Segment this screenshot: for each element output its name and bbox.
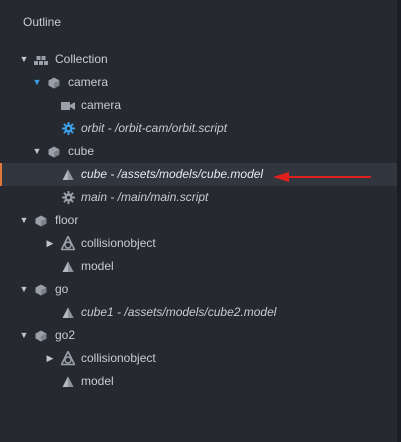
tree-row-label: main - /main/main.script	[81, 190, 209, 204]
game-object-icon	[33, 209, 49, 232]
game-object-icon	[33, 324, 49, 347]
expand-arrow-icon[interactable]: ▼	[19, 278, 29, 301]
tree-row-cube1-model[interactable]: cube1 - /assets/models/cube2.model	[0, 301, 397, 324]
tree-row-label: go	[55, 282, 69, 296]
tree-row-label: orbit - /orbit-cam/orbit.script	[81, 121, 228, 135]
collision-object-icon	[60, 347, 76, 370]
script-gear-icon	[60, 186, 76, 209]
panel-border	[397, 0, 401, 442]
expand-arrow-icon[interactable]: ▼	[19, 324, 29, 347]
selection-indicator	[0, 163, 2, 186]
game-object-icon	[46, 71, 62, 94]
tree-row-cube-go[interactable]: ▼ cube	[0, 140, 397, 163]
tree-row-label: cube	[68, 144, 95, 158]
expand-arrow-icon[interactable]: ▼	[32, 71, 42, 94]
tree-row-main-script[interactable]: main - /main/main.script	[0, 186, 397, 209]
camera-icon	[60, 94, 76, 117]
panel-title: Outline	[23, 15, 62, 29]
tree-row-collection[interactable]: ▼ Collection	[0, 48, 397, 71]
game-object-icon	[33, 278, 49, 301]
script-gear-icon	[60, 117, 76, 140]
tree-row-floor-model[interactable]: model	[0, 255, 397, 278]
expand-arrow-icon[interactable]: ▼	[32, 140, 42, 163]
tree-row-label: model	[81, 374, 114, 388]
collision-object-icon	[60, 232, 76, 255]
tree-row-go2-collisionobject[interactable]: ▶ collisionobject	[0, 347, 397, 370]
tree-row-go[interactable]: ▼ go	[0, 278, 397, 301]
tree-row-label: camera	[81, 98, 122, 112]
model-icon	[60, 163, 76, 186]
model-icon	[60, 370, 76, 393]
tree-row-label: model	[81, 259, 114, 273]
tree-row-go2-model[interactable]: model	[0, 370, 397, 393]
tree-row-label: floor	[55, 213, 79, 227]
tree-row-label: cube - /assets/models/cube.model	[81, 167, 264, 181]
model-icon	[60, 255, 76, 278]
model-icon	[60, 301, 76, 324]
tree-row-label: camera	[68, 75, 109, 89]
tree-row-floor-go[interactable]: ▼ floor	[0, 209, 397, 232]
tree-row-camera-component[interactable]: camera	[0, 94, 397, 117]
outline-panel: Outline ▼ Collection ▼ camera camera orb…	[0, 0, 397, 442]
tree-row-go2[interactable]: ▼ go2	[0, 324, 397, 347]
tree-row-floor-collisionobject[interactable]: ▶ collisionobject	[0, 232, 397, 255]
game-object-icon	[46, 140, 62, 163]
tree-row-label: Collection	[55, 52, 108, 66]
expand-arrow-icon[interactable]: ▼	[19, 48, 29, 71]
tree-row-camera-go[interactable]: ▼ camera	[0, 71, 397, 94]
tree-row-label: collisionobject	[81, 351, 156, 365]
collapse-arrow-icon[interactable]: ▶	[45, 232, 55, 255]
collapse-arrow-icon[interactable]: ▶	[45, 347, 55, 370]
expand-arrow-icon[interactable]: ▼	[19, 209, 29, 232]
tree-row-label: cube1 - /assets/models/cube2.model	[81, 305, 277, 319]
outline-tree: ▼ Collection ▼ camera camera orbit - /or…	[0, 48, 397, 393]
tree-row-orbit-script[interactable]: orbit - /orbit-cam/orbit.script	[0, 117, 397, 140]
tree-row-cube-model[interactable]: cube - /assets/models/cube.model	[0, 163, 397, 186]
tree-row-label: go2	[55, 328, 76, 342]
collection-icon	[33, 48, 49, 71]
tree-row-label: collisionobject	[81, 236, 156, 250]
